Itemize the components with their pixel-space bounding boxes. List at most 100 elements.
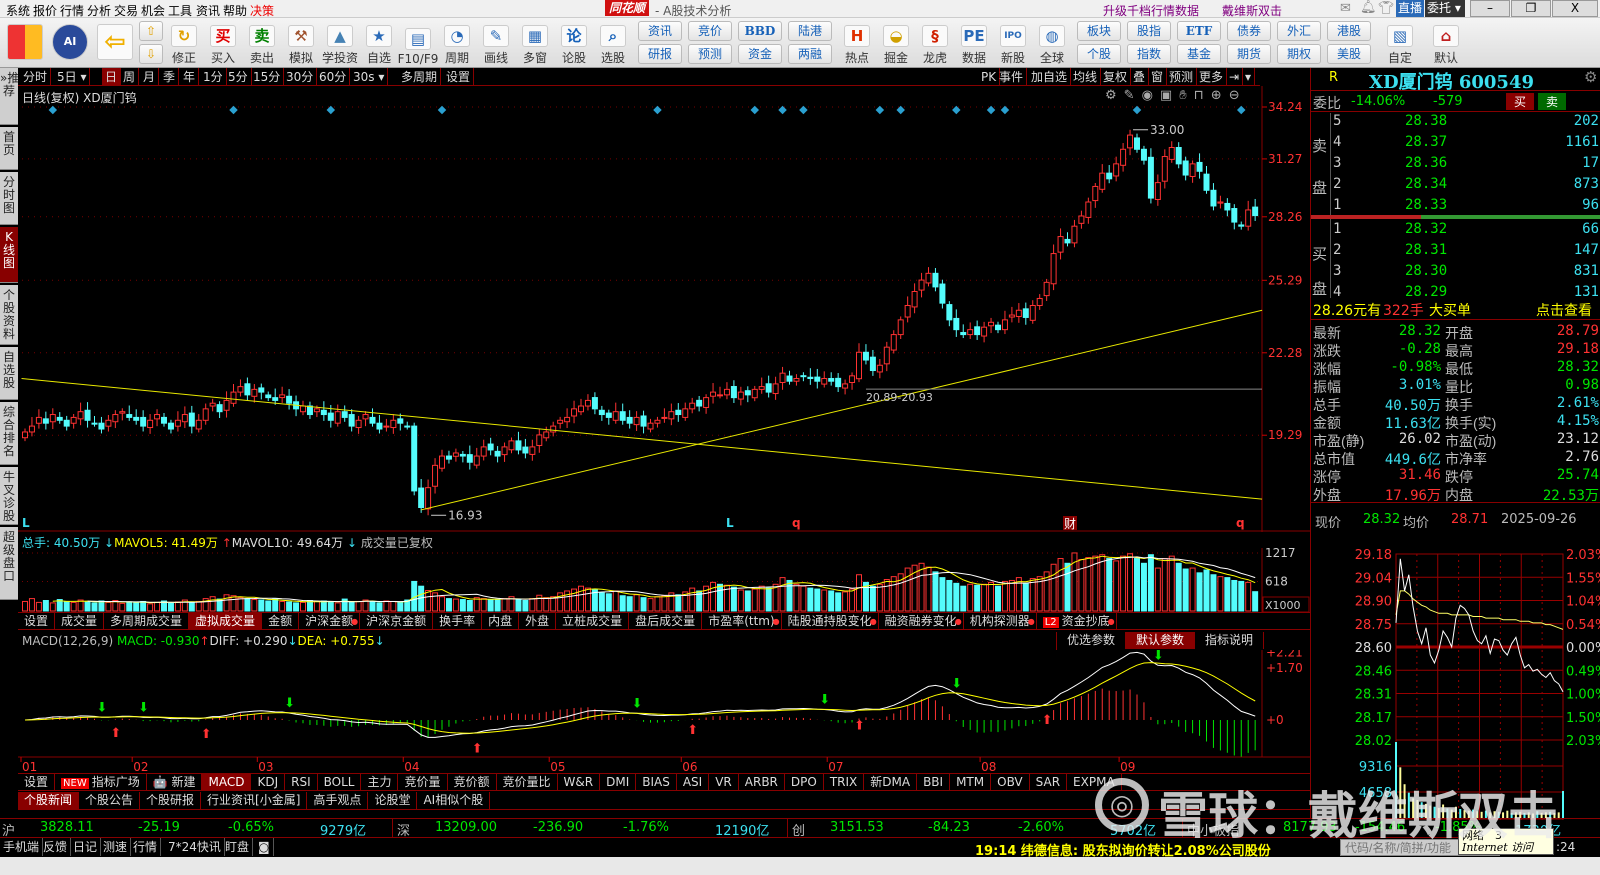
tab-voltabs-0[interactable]: 设置 (18, 613, 56, 630)
toolbar-button-items2-3[interactable]: PE 数据 (956, 20, 992, 66)
period-9[interactable]: 15分 (250, 68, 285, 86)
period-1[interactable]: 5日 ▾ (54, 68, 91, 86)
tab-voltabs-14[interactable]: 融资融券变化 ● (879, 613, 964, 630)
tab-indtabs-24[interactable]: EXPMA (1067, 774, 1122, 791)
big-order-row[interactable]: 28.26元有 322手 大买单 点击查看 (1311, 298, 1600, 320)
sidebar-tab-0[interactable]: »推荐 (0, 68, 19, 125)
sidebar-tab-2[interactable]: 分时图 (0, 172, 18, 225)
toolbar-link-button[interactable]: 资金 (738, 44, 782, 64)
tab-voltabs-12[interactable]: 市盈率(ttm) ● (702, 613, 782, 630)
tab-indtabs-9[interactable]: 竞价额 (448, 774, 497, 791)
tab-indtabs-18[interactable]: TRIX (824, 774, 865, 791)
marker-q[interactable]: q (1236, 516, 1245, 530)
buy-button[interactable]: 买 (1506, 93, 1534, 110)
toolbar-button-items-6[interactable]: ▤ F10/F9 (398, 20, 438, 66)
period-4[interactable]: 月 (140, 68, 160, 86)
tab-voltabs-9[interactable]: 外盘 (519, 613, 557, 630)
toolbar-link-button[interactable]: 基金 (1177, 44, 1221, 64)
tab-voltabs-15[interactable]: 机构探测器 ● (964, 613, 1037, 630)
period-7[interactable]: 1分 (200, 68, 227, 86)
menu-0[interactable]: 系统 (6, 2, 30, 19)
volume-chart[interactable]: 1217 618 X1000 (18, 548, 1310, 612)
menu-4[interactable]: 交易 (114, 2, 138, 19)
menu-5[interactable]: 机会 (141, 2, 165, 19)
period-5[interactable]: 季 (160, 68, 180, 86)
menu-3[interactable]: 分析 (87, 2, 111, 19)
menu-8[interactable]: 帮助 (223, 2, 247, 19)
toolbar-button-items2-5[interactable]: ◍ 全球 (1034, 20, 1070, 66)
order-book-row[interactable]: 5 28.38 202 (1311, 113, 1600, 133)
toolbar-link-button[interactable]: 预测 (688, 44, 732, 64)
tab-indtabs-12[interactable]: DMI (600, 774, 637, 791)
marker-L[interactable]: L (22, 516, 30, 530)
chart-tool-7[interactable]: 预测 (1166, 68, 1198, 86)
status-item-0[interactable]: 手机端 (0, 838, 44, 856)
back-button[interactable]: ⇦ (94, 20, 136, 66)
tab-voltabs-6[interactable]: 沪深京金额 (360, 613, 434, 630)
tab-newstabs-5[interactable]: 论股堂 (368, 792, 418, 809)
chart-tool-9[interactable]: ⇥ (1226, 68, 1244, 86)
toolbar-button-items-7[interactable]: ◔ 周期 (439, 20, 475, 66)
chart-tool-2[interactable]: 加自选 (1028, 68, 1072, 86)
unlock-icon[interactable]: ⊓ (1194, 88, 1211, 103)
order-book-row[interactable]: 1 28.32 66 (1311, 221, 1600, 241)
period-10[interactable]: 30分 (283, 68, 318, 86)
sidebar-tab-7[interactable]: 牛叉诊股 (0, 467, 18, 525)
tab-indtabs-20[interactable]: BBI (917, 774, 951, 791)
status-item-2[interactable]: 日记 (70, 838, 102, 856)
tab-indtabs-23[interactable]: SAR (1030, 774, 1068, 791)
toolbar-button-items-8[interactable]: ✎ 画线 (478, 20, 514, 66)
toolbar-link-button[interactable]: ETF (1177, 21, 1221, 41)
tab-indtabs-8[interactable]: 竞价量 (398, 774, 448, 791)
toolbar-link-button[interactable]: 美股 (1327, 44, 1371, 64)
tab-newstabs-4[interactable]: 高手观点 (307, 792, 369, 809)
toolbar-button-items-9[interactable]: ▦ 多窗 (517, 20, 553, 66)
order-book-row[interactable]: 2 28.34 873 (1311, 176, 1600, 196)
order-book-row[interactable]: 3 28.30 831 (1311, 263, 1600, 283)
next-stock-button[interactable]: ⇩ (139, 44, 163, 64)
tab-voltabs-16[interactable]: L2 资金抄底 ● (1037, 613, 1117, 630)
toolbar-link-button[interactable]: 陆港 (788, 21, 832, 41)
toolbar-button-items-3[interactable]: ⚒ 模拟 (283, 20, 319, 66)
gear-icon[interactable]: ⚙ (1584, 68, 1597, 86)
toolbar-link-button[interactable]: 竞价 (688, 21, 732, 41)
macd-chart[interactable]: +2.21+1.70+0⬇⬆⬇⬆⬇⬆⬇⬆⬇⬆⬇⬆⬇01 02 03 04 05 06 07 0… (18, 650, 1310, 774)
tab-voltabs-5[interactable]: 沪深金额 ● (299, 613, 361, 630)
toolbar-link-button[interactable]: 研报 (638, 44, 682, 64)
tab-indtabs-11[interactable]: W&R (558, 774, 601, 791)
status-item-6[interactable]: 盯盘 (222, 838, 254, 856)
restore-button[interactable]: ❐ (1511, 0, 1551, 17)
tab-indtabs-21[interactable]: MTM (950, 774, 992, 791)
chart-tool-10[interactable]: ▾ (1242, 68, 1256, 86)
sidebar-tab-5[interactable]: 自选股 (0, 347, 18, 400)
prev-stock-button[interactable]: ⇧ (139, 21, 163, 41)
tab-indtabs-3[interactable]: MACD (202, 774, 252, 791)
toolbar-link-button[interactable]: 债券 (1227, 21, 1271, 41)
toolbar-button-items2-1[interactable]: ◒ 掘金 (878, 20, 914, 66)
toolbar-link-button[interactable]: 期货 (1227, 44, 1271, 64)
tab-voltabs-10[interactable]: 立桩成交量 (556, 613, 630, 630)
order-book-row[interactable]: 4 28.37 1161 (1311, 134, 1600, 154)
tab-voltabs-13[interactable]: 陆股通持股变化 ● (782, 613, 879, 630)
toolbar-link-button[interactable]: 两融 (788, 44, 832, 64)
status-item-5[interactable]: 7*24快讯 (165, 838, 225, 856)
macd-button-1[interactable]: 默认参数 (1126, 632, 1196, 649)
bell-icon[interactable]: 🔔︎ (1360, 0, 1377, 15)
toolbar-link-button[interactable]: 股指 (1127, 21, 1171, 41)
tab-indtabs-15[interactable]: VR (709, 774, 739, 791)
toolbar-link-button[interactable]: 期权 (1277, 44, 1321, 64)
live-button[interactable]: 直播 (1396, 0, 1424, 17)
toolbar-button-items-0[interactable]: ↻ 修正 (166, 20, 202, 66)
zoom-in-icon[interactable]: ⊕ (1211, 88, 1229, 103)
intraday-chart[interactable]: 29.18 2.03% 29.04 1.55% 28.90 1.04% 28.75 0.54%… (1311, 530, 1600, 820)
ai-button[interactable]: AI (49, 20, 91, 66)
tab-voltabs-11[interactable]: 盘后成交量 (629, 613, 703, 630)
tab-indtabs-14[interactable]: ASI (677, 774, 710, 791)
toolbar-button-items2-2[interactable]: § 龙虎 (917, 20, 953, 66)
minimize-button[interactable]: – (1470, 0, 1510, 17)
tab-indtabs-7[interactable]: 主力 (361, 774, 399, 791)
sidebar-tab-3[interactable]: K线图 (0, 227, 18, 283)
menu-1[interactable]: 报价 (33, 2, 57, 19)
period-6[interactable]: 年 (180, 68, 200, 86)
toolbar-button-items-4[interactable]: ▲ 学投资 (322, 20, 358, 66)
